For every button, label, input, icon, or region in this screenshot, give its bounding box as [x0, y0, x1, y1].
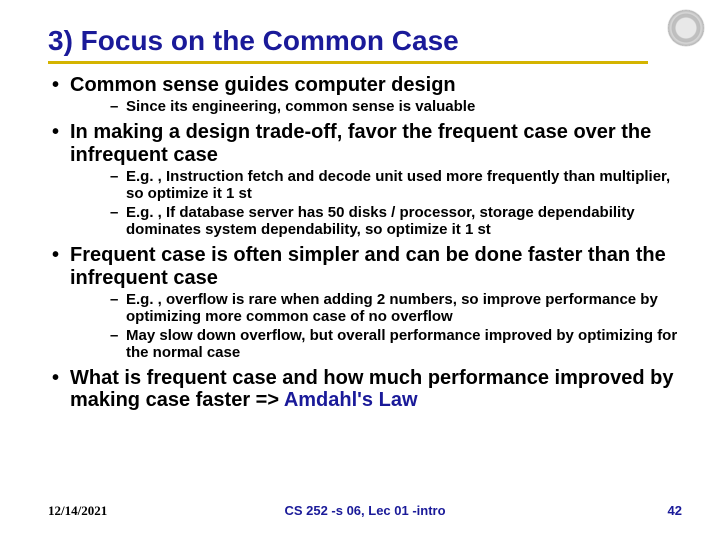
sub-list: E.g. , Instruction fetch and decode unit… — [70, 168, 682, 238]
bullet-item: Common sense guides computer design Sinc… — [48, 74, 682, 116]
footer-center: CS 252 -s 06, Lec 01 -intro — [48, 503, 682, 518]
title-underline — [48, 61, 648, 64]
bullet-item: In making a design trade-off, favor the … — [48, 121, 682, 238]
sub-list: Since its engineering, common sense is v… — [70, 98, 682, 115]
sub-item: E.g. , If database server has 50 disks /… — [110, 204, 682, 239]
sub-list: E.g. , overflow is rare when adding 2 nu… — [70, 291, 682, 361]
sub-item: May slow down overflow, but overall perf… — [110, 327, 682, 362]
bullet-list: Common sense guides computer design Sinc… — [48, 74, 682, 412]
slide-title: 3) Focus on the Common Case — [48, 26, 682, 57]
sub-item: E.g. , overflow is rare when adding 2 nu… — [110, 291, 682, 326]
slide-footer: 12/14/2021 CS 252 -s 06, Lec 01 -intro 4… — [0, 503, 720, 518]
bullet-text: Frequent case is often simpler and can b… — [70, 244, 666, 288]
footer-date: 12/14/2021 — [48, 503, 107, 519]
bullet-text: Common sense guides computer design — [70, 74, 456, 96]
slide: 3) Focus on the Common Case Common sense… — [0, 0, 720, 540]
bullet-item: What is frequent case and how much perfo… — [48, 367, 682, 412]
bullet-text: In making a design trade-off, favor the … — [70, 121, 651, 165]
sub-item: E.g. , Instruction fetch and decode unit… — [110, 168, 682, 203]
sub-item: Since its engineering, common sense is v… — [110, 98, 682, 115]
seal-logo-icon — [668, 10, 704, 46]
amdahls-law-link: Amdahl's Law — [284, 389, 418, 411]
bullet-item: Frequent case is often simpler and can b… — [48, 244, 682, 361]
footer-page-number: 42 — [668, 503, 682, 518]
